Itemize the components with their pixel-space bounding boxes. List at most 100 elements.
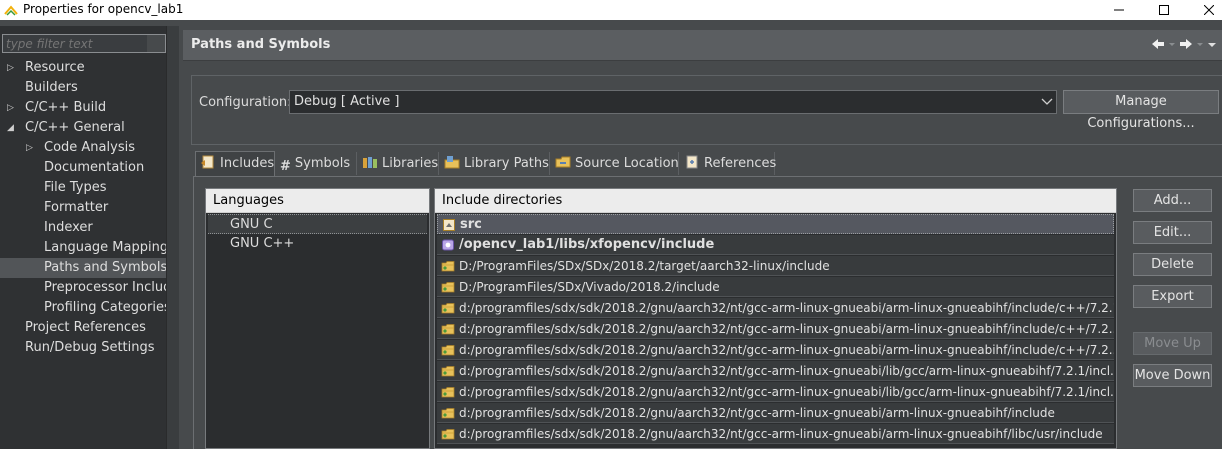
tree-item-file-types[interactable]: File Types <box>0 178 166 198</box>
include-directory-row[interactable]: src <box>437 214 1114 234</box>
tree-item-run-debug-settings[interactable]: Run/Debug Settings <box>0 338 166 358</box>
include-directory-row[interactable]: D:/ProgramFiles/SDx/Vivado/2018.2/includ… <box>437 277 1114 297</box>
expanded-arrow-icon[interactable]: ◢ <box>7 118 17 138</box>
tab-label: References <box>704 156 777 171</box>
include-directory-path: D:/ProgramFiles/SDx/Vivado/2018.2/includ… <box>459 280 720 294</box>
back-arrow-icon[interactable] <box>1150 36 1166 52</box>
maximize-icon <box>1159 5 1169 15</box>
minimize-button[interactable] <box>1096 0 1142 20</box>
includes-icon <box>201 155 214 169</box>
include-directory-row[interactable]: D:/ProgramFiles/SDx/SDx/2018.2/target/aa… <box>437 256 1114 276</box>
include-directory-row[interactable]: /opencv_lab1/libs/xfopencv/include <box>437 235 1114 255</box>
tree-item-label: Profiling Categories <box>44 300 166 315</box>
include-directory-row[interactable]: d:/programfiles/sdx/sdk/2018.2/gnu/aarch… <box>437 298 1114 318</box>
include-directory-path: d:/programfiles/sdx/sdk/2018.2/gnu/aarch… <box>459 364 1114 378</box>
tree-item-label: C/C++ General <box>25 120 125 135</box>
include-directory-path: d:/programfiles/sdx/sdk/2018.2/gnu/aarch… <box>459 406 1055 420</box>
tab-library-paths[interactable]: Library Paths <box>440 152 550 175</box>
tree-item-code-analysis[interactable]: ▷ Code Analysis <box>0 138 166 158</box>
tree-item-documentation[interactable]: Documentation <box>0 158 166 178</box>
title-bar: Properties for opencv_lab1 <box>0 0 1222 20</box>
tab-includes[interactable]: Includes <box>195 151 275 177</box>
collapsed-arrow-icon[interactable]: ▷ <box>7 58 17 78</box>
category-scrollbar[interactable] <box>166 26 179 449</box>
tree-item-label: Builders <box>25 80 78 95</box>
close-button[interactable] <box>1186 0 1222 20</box>
tab-source-location[interactable]: Source Location <box>551 152 679 175</box>
tab-label: Source Location <box>575 156 679 171</box>
tree-item-resource[interactable]: ▷ Resource <box>0 58 166 78</box>
tree-item-label: Paths and Symbols <box>44 260 166 275</box>
library-paths-icon <box>444 156 460 169</box>
edit-button[interactable]: Edit... <box>1133 221 1212 244</box>
tab-symbols[interactable]: # Symbols <box>276 152 357 175</box>
include-directory-row[interactable]: d:/programfiles/sdx/sdk/2018.2/gnu/aarch… <box>437 361 1114 381</box>
tree-item-c-c-general[interactable]: ◢ C/C++ General <box>0 118 166 138</box>
tree-item-c-c-build[interactable]: ▷ C/C++ Build <box>0 98 166 118</box>
tree-item-preprocessor-include[interactable]: Preprocessor Include <box>0 278 166 298</box>
forward-dropdown-icon[interactable] <box>1194 36 1206 52</box>
clear-filter-button[interactable] <box>147 35 165 52</box>
export-button[interactable]: Export <box>1133 285 1212 308</box>
folder-icon <box>441 280 455 296</box>
tree-item-formatter[interactable]: Formatter <box>0 198 166 218</box>
tree-item-label: Language Mappings <box>44 240 166 255</box>
page-header: Paths and Symbols <box>183 30 1222 61</box>
manage-configurations-button[interactable]: Manage Configurations... <box>1063 90 1219 131</box>
chevron-down-icon <box>1041 98 1053 105</box>
move-down-button[interactable]: Move Down <box>1133 364 1212 387</box>
back-dropdown-icon[interactable] <box>1166 36 1178 52</box>
source-location-icon <box>555 156 571 168</box>
include-directory-path: d:/programfiles/sdx/sdk/2018.2/gnu/aarch… <box>459 427 1103 441</box>
filter-box <box>2 34 166 53</box>
workspace-folder-icon <box>441 238 455 254</box>
configuration-value: Debug [ Active ] <box>294 94 400 109</box>
include-directory-path: /opencv_lab1/libs/xfopencv/include <box>459 237 715 252</box>
move-up-button[interactable]: Move Up <box>1133 332 1212 355</box>
filter-input[interactable] <box>3 35 149 52</box>
include-directory-row[interactable]: d:/programfiles/sdx/sdk/2018.2/gnu/aarch… <box>437 403 1114 423</box>
include-directory-path: d:/programfiles/sdx/sdk/2018.2/gnu/aarch… <box>459 385 1114 399</box>
add-button[interactable]: Add... <box>1133 189 1212 212</box>
tree-item-label: Resource <box>25 60 85 75</box>
forward-arrow-icon[interactable] <box>1178 36 1194 52</box>
include-directory-path: d:/programfiles/sdx/sdk/2018.2/gnu/aarch… <box>459 301 1114 315</box>
folder-icon <box>441 364 455 380</box>
include-directories-column-header[interactable]: Include directories <box>435 189 1116 213</box>
view-menu-icon[interactable] <box>1206 36 1218 52</box>
folder-icon <box>441 427 455 443</box>
languages-list[interactable]: Languages GNU C GNU C++ <box>205 188 430 449</box>
configuration-select[interactable]: Debug [ Active ] <box>289 90 1057 114</box>
maximize-button[interactable] <box>1141 0 1187 20</box>
tree-item-project-references[interactable]: Project References <box>0 318 166 338</box>
language-item-gnu-c[interactable]: GNU C <box>208 214 427 234</box>
include-directory-row[interactable]: d:/programfiles/sdx/sdk/2018.2/gnu/aarch… <box>437 340 1114 360</box>
collapsed-arrow-icon[interactable]: ▷ <box>7 98 17 118</box>
tab-label: Includes <box>220 156 275 171</box>
tree-item-builders[interactable]: Builders <box>0 78 166 98</box>
configuration-label: Configuration: <box>199 95 292 110</box>
include-directories-list[interactable]: Include directories src/opencv_lab1/libs… <box>434 188 1117 449</box>
folder-icon <box>441 406 455 422</box>
tree-item-label: File Types <box>44 180 107 195</box>
languages-column-header[interactable]: Languages <box>206 189 429 213</box>
tree-item-label: Formatter <box>44 200 109 215</box>
include-directory-row[interactable]: d:/programfiles/sdx/sdk/2018.2/gnu/aarch… <box>437 319 1114 339</box>
tab-bar: Includes # Symbols Libraries Library Path… <box>193 151 1222 177</box>
project-folder-icon <box>442 218 456 233</box>
include-directory-path: d:/programfiles/sdx/sdk/2018.2/gnu/aarch… <box>459 343 1114 357</box>
tab-libraries[interactable]: Libraries <box>358 152 439 175</box>
tree-item-indexer[interactable]: Indexer <box>0 218 166 238</box>
tree-item-language-mappings[interactable]: Language Mappings <box>0 238 166 258</box>
include-directory-row[interactable]: d:/programfiles/sdx/sdk/2018.2/gnu/aarch… <box>437 424 1114 444</box>
collapsed-arrow-icon[interactable]: ▷ <box>26 138 36 158</box>
language-item-gnu-cpp[interactable]: GNU C++ <box>208 234 427 254</box>
tree-item-label: Run/Debug Settings <box>25 340 155 355</box>
include-directory-row[interactable]: d:/programfiles/sdx/sdk/2018.2/gnu/aarch… <box>437 382 1114 402</box>
delete-button[interactable]: Delete <box>1133 253 1212 276</box>
tab-references[interactable]: References <box>680 152 777 175</box>
folder-icon <box>441 259 455 275</box>
tree-item-paths-and-symbols[interactable]: Paths and Symbols <box>0 258 166 278</box>
tree-item-profiling-categories[interactable]: Profiling Categories <box>0 298 166 318</box>
references-icon <box>686 155 698 169</box>
